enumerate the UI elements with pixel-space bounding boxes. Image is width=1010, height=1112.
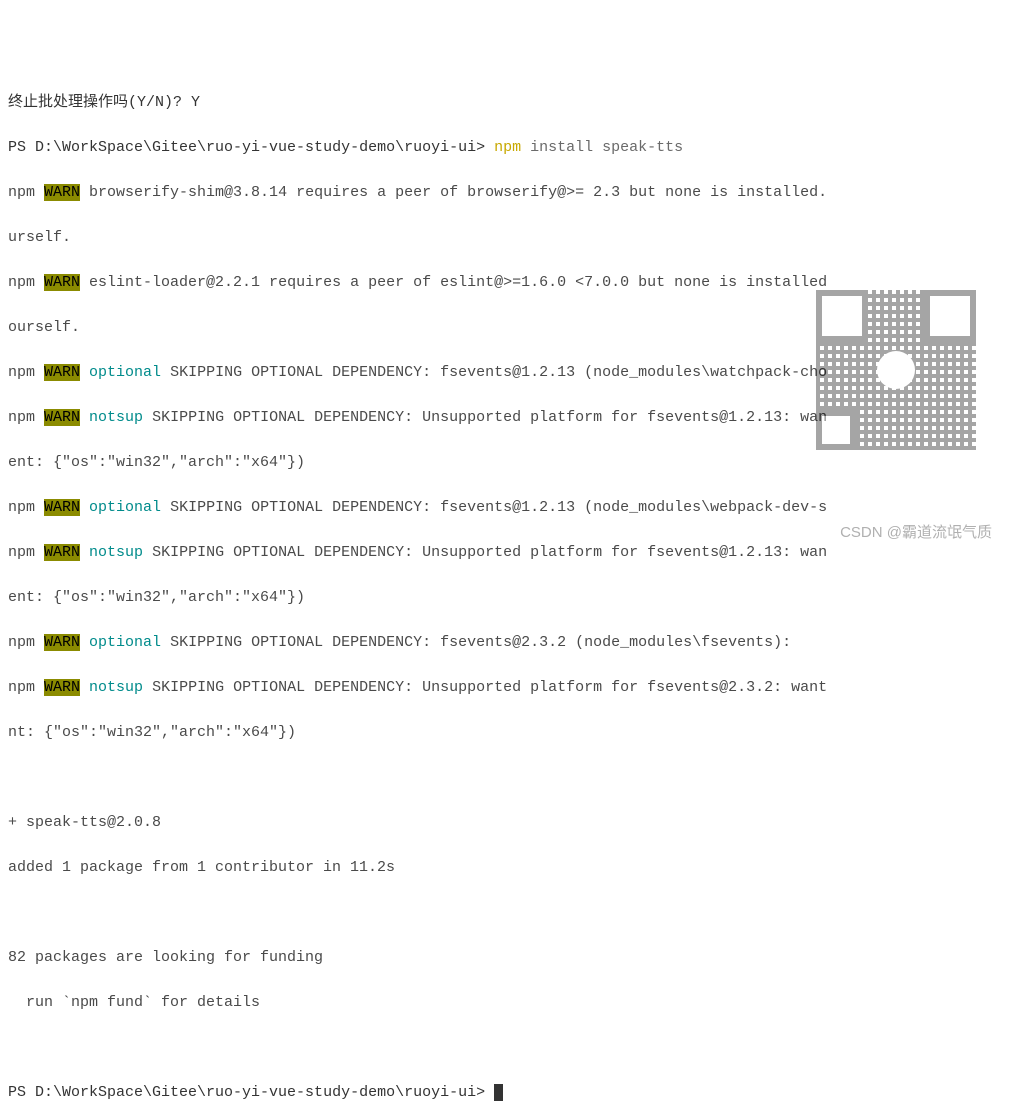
warn-badge: WARN [44, 679, 80, 696]
ent-3: nt: {"os":"win32","arch":"x64"}) [8, 722, 1002, 745]
install-added: added 1 package from 1 contributor in 11… [8, 857, 1002, 880]
ps-prompt-idle[interactable]: PS D:\WorkSpace\Gitee\ruo-yi-vue-study-d… [8, 1082, 1002, 1105]
ent-1: ent: {"os":"win32","arch":"x64"}) [8, 452, 1002, 475]
warn-badge: WARN [44, 274, 80, 291]
notsup-tag: notsup [89, 544, 143, 561]
notsup-tag: notsup [89, 679, 143, 696]
warn-badge: WARN [44, 544, 80, 561]
funding-line1: 82 packages are looking for funding [8, 947, 1002, 970]
terminate-prompt: 终止批处理操作吗(Y/N)? Y [8, 92, 1002, 115]
warn-badge: WARN [44, 184, 80, 201]
optional-tag: optional [89, 499, 161, 516]
warn-browserify-cont: urself. [8, 227, 1002, 250]
cursor-icon [494, 1084, 503, 1101]
warn-notsup-3: npm WARN notsup SKIPPING OPTIONAL DEPEND… [8, 677, 1002, 700]
warn-badge: WARN [44, 364, 80, 381]
warn-badge: WARN [44, 499, 80, 516]
funding-line2: run `npm fund` for details [8, 992, 1002, 1015]
install-plus: + speak-tts@2.0.8 [8, 812, 1002, 835]
warn-notsup-2: npm WARN notsup SKIPPING OPTIONAL DEPEND… [8, 542, 1002, 565]
qr-code-icon [816, 290, 976, 450]
warn-optional-3: npm WARN optional SKIPPING OPTIONAL DEPE… [8, 632, 1002, 655]
optional-tag: optional [89, 634, 161, 651]
notsup-tag: notsup [89, 409, 143, 426]
warn-badge: WARN [44, 409, 80, 426]
ent-2: ent: {"os":"win32","arch":"x64"}) [8, 587, 1002, 610]
warn-optional-2: npm WARN optional SKIPPING OPTIONAL DEPE… [8, 497, 1002, 520]
watermark: CSDN @霸道流氓气质 [840, 522, 992, 545]
optional-tag: optional [89, 364, 161, 381]
warn-badge: WARN [44, 634, 80, 651]
cmd-npm: npm [494, 139, 521, 156]
warn-browserify: npm WARN browserify-shim@3.8.14 requires… [8, 182, 1002, 205]
ps-command-line[interactable]: PS D:\WorkSpace\Gitee\ruo-yi-vue-study-d… [8, 137, 1002, 160]
